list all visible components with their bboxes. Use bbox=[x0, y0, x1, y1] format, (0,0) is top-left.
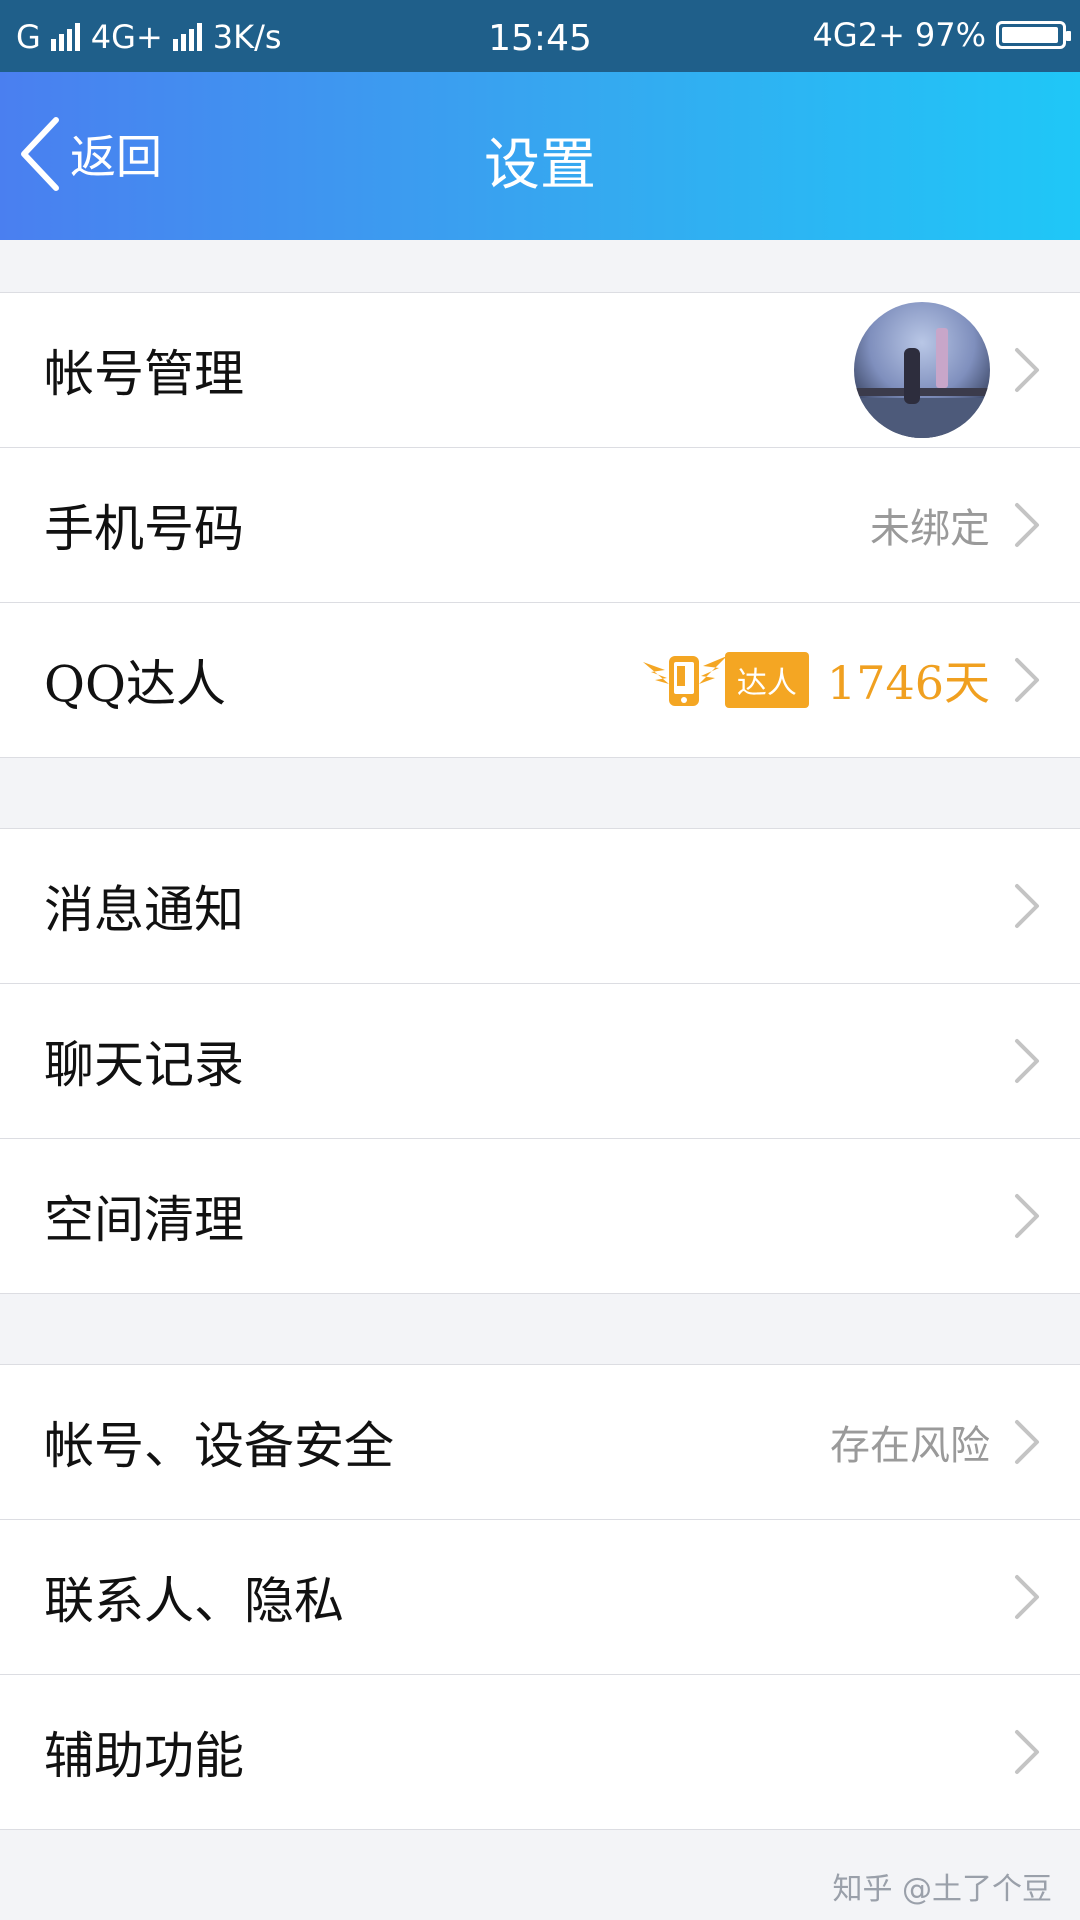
row-right bbox=[1014, 1574, 1040, 1620]
row-right: 达人 1746天 bbox=[639, 647, 1040, 713]
row-right: 存在风险 bbox=[830, 1413, 1040, 1471]
badge-days: 1746天 bbox=[826, 656, 990, 710]
section-gap bbox=[0, 1294, 1080, 1365]
settings-list: 帐号管理 手机号码 未绑定 QQ达人 达人 1746天 消息通知 聊天记录 空间… bbox=[0, 240, 1080, 1830]
status-right: 4G2+ 97% bbox=[812, 16, 1071, 54]
row-label: 手机号码 bbox=[44, 500, 244, 558]
settings-item-contacts-privacy[interactable]: 联系人、隐私 bbox=[0, 1520, 1080, 1675]
settings-item-notifications[interactable]: 消息通知 bbox=[0, 829, 1080, 984]
row-right bbox=[1014, 1729, 1040, 1775]
chevron-right-icon bbox=[1015, 503, 1039, 547]
row-label: 空间清理 bbox=[44, 1191, 244, 1249]
chevron-right-icon bbox=[1015, 1730, 1039, 1774]
page-title: 设置 bbox=[484, 133, 596, 198]
settings-item-storage-cleanup[interactable]: 空间清理 bbox=[0, 1139, 1080, 1294]
row-label: 消息通知 bbox=[44, 881, 244, 939]
row-right bbox=[1014, 1038, 1040, 1084]
battery-icon bbox=[996, 21, 1071, 49]
chevron-right-icon bbox=[1015, 1039, 1039, 1083]
section-gap bbox=[0, 240, 1080, 293]
row-label: 联系人、隐私 bbox=[44, 1572, 344, 1630]
badge-label: 达人 bbox=[724, 652, 809, 708]
section-gap bbox=[0, 758, 1080, 829]
row-label: 帐号、设备安全 bbox=[44, 1417, 394, 1475]
settings-item-chat-history[interactable]: 聊天记录 bbox=[0, 984, 1080, 1139]
avatar bbox=[854, 302, 990, 438]
chevron-right-icon bbox=[1015, 1420, 1039, 1464]
battery-fill bbox=[1002, 27, 1059, 43]
row-right: 未绑定 bbox=[870, 496, 1040, 554]
row-label: 辅助功能 bbox=[44, 1727, 244, 1785]
chevron-right-icon bbox=[1015, 1575, 1039, 1619]
row-right bbox=[1014, 883, 1040, 929]
settings-item-account[interactable]: 帐号管理 bbox=[0, 293, 1080, 448]
nav-bar: 返回 设置 bbox=[0, 72, 1080, 240]
row-right bbox=[1014, 1193, 1040, 1239]
expert-badge: 达人 1746天 bbox=[639, 647, 990, 713]
network-type: 4G2+ bbox=[812, 16, 905, 54]
security-status: 存在风险 bbox=[830, 1423, 990, 1469]
winged-phone-icon bbox=[639, 648, 731, 712]
row-label: 帐号管理 bbox=[44, 345, 244, 403]
settings-item-qq-expert[interactable]: QQ达人 达人 1746天 bbox=[0, 603, 1080, 758]
chevron-right-icon bbox=[1015, 884, 1039, 928]
row-right bbox=[854, 302, 1040, 438]
phone-status: 未绑定 bbox=[870, 506, 990, 552]
watermark: 知乎 @土了个豆 bbox=[832, 1872, 1052, 1907]
row-label: 聊天记录 bbox=[44, 1036, 244, 1094]
status-bar: G 4G+ 3K/s 15:45 4G2+ 97% bbox=[0, 0, 1080, 72]
chevron-right-icon bbox=[1015, 348, 1039, 392]
chevron-right-icon bbox=[1015, 658, 1039, 702]
settings-item-account-security[interactable]: 帐号、设备安全 存在风险 bbox=[0, 1365, 1080, 1520]
chevron-right-icon bbox=[1015, 1194, 1039, 1238]
settings-item-phone[interactable]: 手机号码 未绑定 bbox=[0, 448, 1080, 603]
row-label: QQ达人 bbox=[44, 655, 226, 713]
settings-item-accessibility[interactable]: 辅助功能 bbox=[0, 1675, 1080, 1830]
battery-percent: 97% bbox=[914, 16, 986, 54]
